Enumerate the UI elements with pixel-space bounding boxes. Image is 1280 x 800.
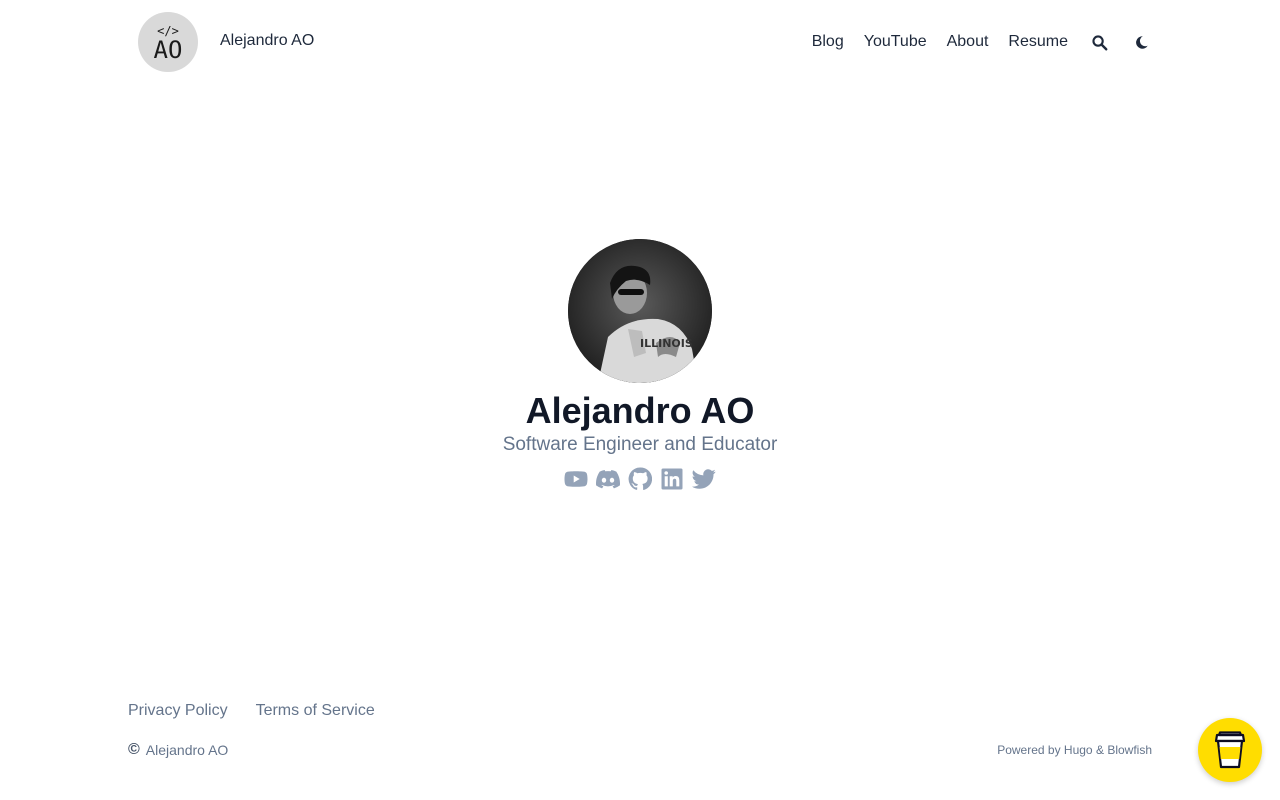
linkedin-icon[interactable] <box>660 467 684 491</box>
nav-item-blog[interactable]: Blog <box>812 33 844 51</box>
site-title-link[interactable]: Alejandro AO <box>220 32 314 50</box>
svg-text:ILLINOIS: ILLINOIS <box>640 337 693 350</box>
site-header: </> AO Alejandro AO Blog YouTube About R… <box>0 0 1280 84</box>
avatar: ILLINOIS <box>568 239 712 383</box>
logo-code-text: </> <box>157 23 179 38</box>
nav-item-youtube[interactable]: YouTube <box>864 33 927 51</box>
powered-amp: & <box>1095 743 1104 757</box>
privacy-policy-link[interactable]: Privacy Policy <box>128 702 228 720</box>
footer-links: Privacy Policy Terms of Service <box>128 702 375 720</box>
hero: ILLINOIS Alejandro AO Software Engineer … <box>0 239 1280 491</box>
powered-prefix: Powered by <box>997 743 1061 757</box>
powered-by: Powered by Hugo & Blowfish <box>997 743 1152 757</box>
github-icon[interactable] <box>628 467 652 491</box>
twitter-icon[interactable] <box>692 467 716 491</box>
hero-tagline: Software Engineer and Educator <box>502 434 778 455</box>
copyright: © Alejandro AO <box>128 741 228 759</box>
hero-name: Alejandro AO <box>525 390 755 431</box>
youtube-icon[interactable] <box>564 467 588 491</box>
social-links <box>0 467 1280 491</box>
page: </> AO Alejandro AO Blog YouTube About R… <box>0 0 1280 800</box>
logo-initials: AO <box>153 35 183 64</box>
buy-me-a-coffee-button[interactable] <box>1198 718 1262 782</box>
main-nav: Blog YouTube About Resume <box>812 30 1152 54</box>
blowfish-link[interactable]: Blowfish <box>1107 743 1152 757</box>
nav-item-about[interactable]: About <box>947 33 989 51</box>
nav-item-resume[interactable]: Resume <box>1008 33 1068 51</box>
copyright-name: Alejandro AO <box>145 742 229 758</box>
terms-of-service-link[interactable]: Terms of Service <box>256 702 375 720</box>
copyright-symbol: © <box>128 741 140 758</box>
discord-icon[interactable] <box>596 467 620 491</box>
hugo-link[interactable]: Hugo <box>1064 743 1093 757</box>
coffee-cup-icon <box>1214 731 1246 769</box>
search-icon[interactable] <box>1088 31 1110 53</box>
moon-icon[interactable] <box>1130 31 1152 53</box>
site-logo[interactable]: </> AO <box>138 12 198 72</box>
